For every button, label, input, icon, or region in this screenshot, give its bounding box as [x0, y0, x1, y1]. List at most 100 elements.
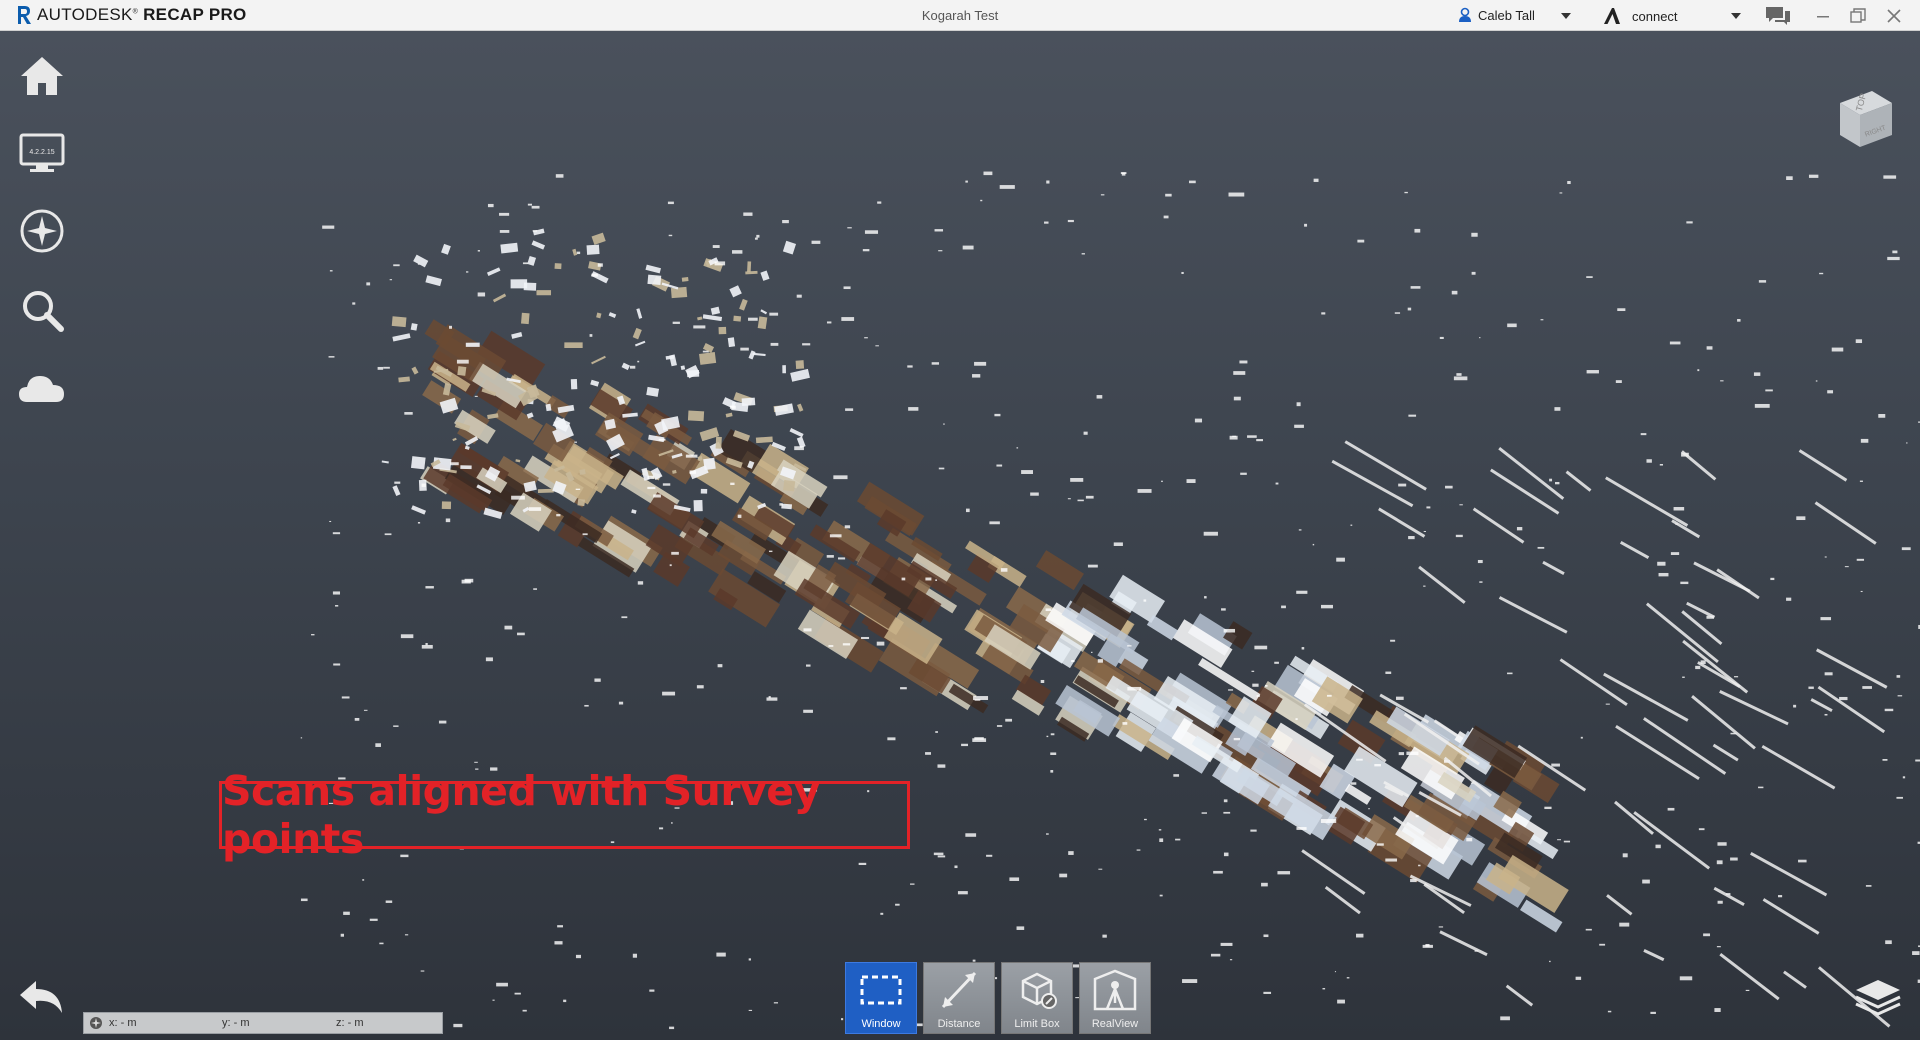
home-button[interactable]	[16, 50, 68, 102]
scan-point	[1498, 596, 1568, 634]
scan-point	[1559, 192, 1563, 194]
scan-point	[843, 286, 851, 290]
scan-point	[1786, 176, 1793, 181]
scan-point	[1555, 481, 1560, 485]
window-select-tool[interactable]: Window	[845, 962, 917, 1034]
point-cloud-viewport[interactable]: 4.2.2.15 TOP RIGHT Scans aligned with Su…	[0, 31, 1920, 1040]
scan-point	[864, 337, 868, 339]
scan-point	[1798, 859, 1807, 863]
scan-point	[714, 261, 726, 266]
viewcube-icon[interactable]: TOP RIGHT	[1832, 81, 1896, 153]
realview-tool[interactable]: RealView	[1079, 962, 1151, 1034]
scan-point	[965, 833, 977, 837]
scan-point	[700, 488, 708, 494]
scan-point	[632, 327, 642, 340]
scan-point	[1159, 838, 1164, 843]
scan-point	[383, 366, 390, 369]
search-button[interactable]	[16, 284, 68, 336]
scan-point	[781, 503, 793, 510]
scan-point	[1275, 482, 1279, 485]
scan-point	[1693, 561, 1751, 593]
scan-point	[1204, 596, 1207, 599]
scan-point	[756, 234, 760, 238]
scan-point	[515, 459, 521, 463]
scan-point	[536, 290, 552, 296]
scan-point	[1423, 585, 1426, 587]
scan-point	[531, 205, 540, 209]
scan-point	[1337, 999, 1345, 1004]
scan-point	[1346, 977, 1350, 979]
scan-point	[1233, 737, 1241, 741]
scan-point	[797, 403, 804, 412]
scan-point	[354, 717, 360, 721]
scan-point	[1680, 581, 1689, 585]
scan-point	[1188, 180, 1196, 184]
layers-icon[interactable]	[1852, 976, 1904, 1020]
scan-point	[841, 1018, 844, 1021]
distance-tool[interactable]: Distance	[923, 962, 995, 1034]
scan-point	[1301, 647, 1305, 650]
compass-icon	[20, 209, 64, 253]
scan-point	[1445, 485, 1453, 489]
scan-point	[802, 343, 811, 346]
scan-point	[445, 518, 451, 523]
scan-point	[887, 737, 896, 741]
scan-point	[398, 376, 410, 383]
scan-point	[1716, 860, 1723, 865]
scan-point	[779, 503, 783, 506]
restore-icon[interactable]	[1848, 6, 1868, 26]
scan-point	[699, 351, 717, 365]
scan-point	[523, 282, 537, 291]
scan-point	[300, 898, 308, 902]
scan-point	[1892, 250, 1898, 254]
scan-point	[861, 636, 870, 640]
scan-point	[465, 342, 480, 347]
scan-point	[392, 333, 411, 342]
scan-point	[710, 306, 721, 315]
comments-icon[interactable]	[1765, 5, 1791, 27]
scan-point	[425, 586, 434, 589]
scan-point	[545, 403, 552, 412]
back-arrow-icon[interactable]	[16, 975, 68, 1019]
scan-point	[1251, 670, 1255, 672]
scan-point	[634, 340, 646, 347]
scan-point	[1068, 851, 1074, 855]
scan-view-button[interactable]: 4.2.2.15	[16, 127, 68, 179]
minimize-icon[interactable]	[1813, 6, 1833, 26]
scan-point	[450, 462, 459, 466]
close-icon[interactable]	[1884, 6, 1904, 26]
scan-point	[1398, 752, 1405, 756]
user-menu[interactable]: Caleb Tall	[1458, 7, 1535, 23]
scan-point	[730, 482, 735, 485]
scan-point	[511, 332, 523, 339]
scan-point	[680, 365, 686, 370]
scan-point	[527, 203, 533, 206]
scan-point	[1902, 776, 1906, 779]
user-name: Caleb Tall	[1478, 7, 1535, 23]
limit-box-tool[interactable]: Limit Box	[1001, 962, 1073, 1034]
user-dropdown-chevron-icon[interactable]	[1561, 13, 1571, 19]
cloud-button[interactable]	[16, 362, 68, 414]
hub-menu[interactable]: connect	[1602, 7, 1678, 25]
scan-point	[1686, 221, 1693, 224]
scan-point	[532, 228, 545, 236]
scan-point	[411, 366, 419, 375]
scan-point	[511, 495, 525, 500]
scan-point	[1642, 879, 1650, 884]
scan-point	[729, 285, 742, 298]
tool-label: RealView	[1091, 1018, 1139, 1030]
scan-point	[1173, 774, 1180, 777]
annotation-callout: Scans aligned with Survey points	[219, 767, 910, 863]
scan-point	[1507, 323, 1517, 328]
navigation-button[interactable]	[16, 205, 68, 257]
scan-point	[1439, 336, 1444, 339]
scan-point	[937, 855, 946, 858]
scan-point	[474, 395, 478, 397]
hub-dropdown-chevron-icon[interactable]	[1731, 13, 1741, 19]
scan-point	[496, 982, 508, 987]
scan-point	[300, 737, 303, 739]
scan-point	[1758, 786, 1764, 789]
home-icon	[21, 57, 63, 95]
scan-point	[795, 360, 805, 369]
scan-point	[417, 263, 420, 265]
